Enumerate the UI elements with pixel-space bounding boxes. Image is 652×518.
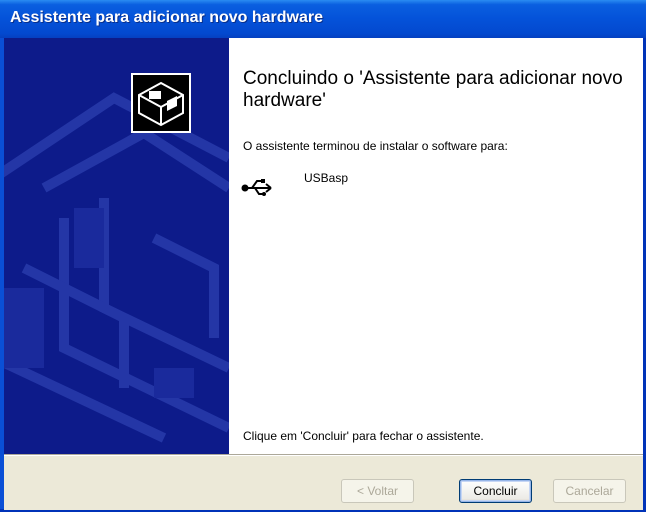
device-name: USBasp (304, 171, 349, 185)
cancel-button[interactable]: Cancelar (553, 479, 626, 503)
usb-icon (241, 178, 275, 203)
wizard-sidebar-banner (4, 38, 229, 454)
title-bar[interactable]: Assistente para adicionar novo hardware (0, 0, 646, 38)
sidebar-artwork (4, 92, 229, 443)
window-title: Assistente para adicionar novo hardware (10, 9, 323, 26)
page-title: Concluindo o 'Assistente para adicionar … (243, 68, 623, 111)
button-bar: < Voltar Concluir Cancelar (4, 454, 643, 510)
back-button[interactable]: < Voltar (341, 479, 414, 503)
install-complete-text: O assistente terminou de instalar o soft… (243, 139, 508, 153)
finish-hint-text: Clique em 'Concluir' para fechar o assis… (243, 429, 484, 443)
hardware-icon (131, 73, 191, 133)
finish-button[interactable]: Concluir (459, 479, 532, 503)
wizard-window: Assistente para adicionar novo hardware (0, 0, 646, 512)
wizard-content: Concluindo o 'Assistente para adicionar … (229, 38, 643, 454)
wizard-body: Concluindo o 'Assistente para adicionar … (4, 38, 643, 510)
